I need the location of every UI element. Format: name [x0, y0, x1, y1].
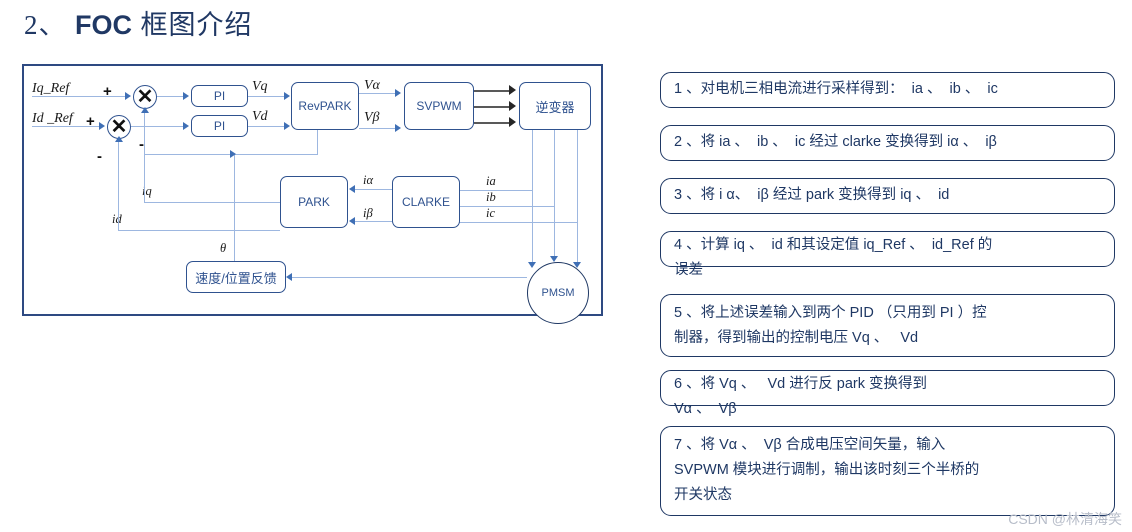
- step-item-2[interactable]: 2 、将 ia 、 ib 、 ic 经过 clarke 变换得到 iα 、 iβ: [660, 125, 1115, 161]
- step-item-6-text: 6 、将 Vq 、 Vd 进行反 park 变换得到 Vα 、 Vβ: [674, 376, 927, 417]
- arrow-summer-d-to-pi: [183, 122, 189, 130]
- line-pwm-b: [474, 106, 512, 108]
- line-ibeta: [354, 221, 392, 223]
- arrow-valpha: [395, 89, 401, 97]
- page-title-number: 2: [24, 10, 39, 40]
- arrow-id-ref: [99, 122, 105, 130]
- step-item-1[interactable]: 1 、对电机三相电流进行采样得到： ia 、 ib 、 ic: [660, 72, 1115, 108]
- block-pi-d-label: PI: [213, 119, 226, 133]
- block-pi-d[interactable]: PI: [191, 115, 248, 137]
- label-vq: Vq: [252, 79, 268, 94]
- line-phase-b-down: [554, 130, 556, 260]
- line-vd: [248, 126, 286, 128]
- line-pmsm-to-feedback: [292, 277, 527, 279]
- line-vq: [248, 96, 286, 98]
- arrow-pmsm-to-feedback: [286, 273, 292, 281]
- label-id: id: [112, 212, 122, 226]
- line-pwm-a: [474, 90, 512, 92]
- line-theta-to-park-left: [144, 154, 234, 156]
- arrow-theta-to-park: [230, 150, 236, 158]
- label-ic: ic: [486, 206, 496, 220]
- label-vbeta: Vβ: [364, 110, 380, 125]
- block-park[interactable]: PARK: [280, 176, 348, 228]
- label-ia: ia: [486, 174, 496, 188]
- step-item-7-text: 7 、将 Vα 、 Vβ 合成电压空间矢量，输入 SVPWM 模块进行调制，输出…: [674, 437, 980, 503]
- arrow-pwm-b: [509, 101, 516, 111]
- line-iq-ref: [32, 96, 127, 98]
- arrow-id-into-summer: [115, 136, 123, 142]
- step-item-4[interactable]: 4 、计算 iq 、 id 和其设定值 iq_Ref 、 id_Ref 的 误差: [660, 231, 1115, 278]
- line-phase-a-down: [532, 130, 534, 266]
- line-valpha: [359, 93, 397, 95]
- block-clarke-label: CLARKE: [401, 195, 451, 209]
- line-theta-to-revpark: [317, 130, 319, 154]
- block-speed-position-feedback[interactable]: 速度/位置反馈: [186, 261, 286, 293]
- line-id-ref: [32, 126, 101, 128]
- block-svpwm-label: SVPWM: [416, 99, 462, 113]
- block-revpark-label: RevPARK: [298, 99, 352, 113]
- label-vd: Vd: [252, 109, 268, 124]
- step-item-3-text: 3 、将 i α、 iβ 经过 park 变换得到 iq 、 id: [674, 187, 950, 203]
- line-theta-h: [234, 154, 318, 156]
- label-iq-ref: Iq_Ref: [32, 81, 70, 96]
- line-vbeta: [359, 128, 397, 130]
- arrow-phase-a: [528, 262, 536, 268]
- block-feedback-label: 速度/位置反馈: [195, 270, 277, 286]
- arrow-pwm-a: [509, 85, 516, 95]
- block-pi-q[interactable]: PI: [191, 85, 248, 107]
- block-inverter[interactable]: 逆变器: [519, 82, 591, 130]
- step-item-7[interactable]: 7 、将 Vα 、 Vβ 合成电压空间矢量，输入 SVPWM 模块进行调制，输出…: [660, 426, 1115, 516]
- page-title-foc: FOC: [75, 10, 133, 40]
- arrow-pwm-c: [509, 117, 516, 127]
- block-clarke[interactable]: CLARKE: [392, 176, 460, 228]
- step-item-2-text: 2 、将 ia 、 ib 、 ic 经过 clarke 变换得到 iα 、 iβ: [674, 134, 997, 150]
- summer-q: ✕: [133, 85, 157, 109]
- line-phase-c-down: [577, 130, 579, 266]
- arrow-ialpha: [349, 185, 355, 193]
- step-item-3[interactable]: 3 、将 i α、 iβ 经过 park 变换得到 iq 、 id: [660, 178, 1115, 214]
- block-inverter-label: 逆变器: [535, 99, 575, 115]
- arrow-iq-into-summer: [141, 107, 149, 113]
- page-title: 2、 FOC 框图介绍: [24, 8, 253, 42]
- line-theta-v: [234, 154, 236, 261]
- line-pwm-c: [474, 122, 512, 124]
- page-title-comma: 、: [38, 10, 67, 40]
- step-item-5-text: 5 、将上述误差输入到两个 PID （只用到 PI ）控 制器，得到输出的控制电…: [674, 305, 987, 346]
- step-item-4-text: 4 、计算 iq 、 id 和其设定值 iq_Ref 、 id_Ref 的 误差: [674, 237, 993, 278]
- block-pmsm[interactable]: PMSM: [527, 262, 589, 324]
- block-pmsm-label: PMSM: [541, 287, 575, 299]
- label-valpha: Vα: [364, 78, 380, 93]
- block-svpwm[interactable]: SVPWM: [404, 82, 474, 130]
- foc-block-diagram: Iq_Ref Id _Ref + + - - ✕ ✕ PI PI Vq Vd R…: [22, 64, 603, 324]
- label-ib: ib: [486, 190, 496, 204]
- arrow-iq-ref: [125, 92, 131, 100]
- line-summer-q-to-pi: [157, 96, 185, 98]
- arrow-vq: [284, 92, 290, 100]
- block-pi-q-label: PI: [213, 89, 226, 103]
- line-iq-v: [144, 113, 146, 203]
- csdn-watermark: CSDN @林清海笑: [1008, 511, 1122, 527]
- label-id-ref: Id _Ref: [32, 111, 73, 126]
- line-iq-h: [144, 202, 280, 204]
- label-ialpha: iα: [363, 173, 374, 187]
- label-theta: θ: [220, 241, 227, 255]
- step-item-6[interactable]: 6 、将 Vq 、 Vd 进行反 park 变换得到 Vα 、 Vβ: [660, 370, 1115, 417]
- sign-minus-d: -: [97, 148, 102, 165]
- page-title-cn: 框图介绍: [140, 10, 253, 40]
- line-id-v: [118, 142, 120, 231]
- block-park-label: PARK: [298, 195, 330, 209]
- multiply-icon: ✕: [136, 86, 154, 108]
- arrow-vd: [284, 122, 290, 130]
- arrow-vbeta: [395, 124, 401, 132]
- line-id-h: [118, 230, 280, 232]
- line-ialpha: [354, 189, 392, 191]
- label-ibeta: iβ: [363, 206, 373, 220]
- arrow-ibeta: [349, 217, 355, 225]
- arrow-summer-q-to-pi: [183, 92, 189, 100]
- line-summer-d-to-pi: [131, 126, 185, 128]
- step-item-5[interactable]: 5 、将上述误差输入到两个 PID （只用到 PI ）控 制器，得到输出的控制电…: [660, 294, 1115, 357]
- step-item-1-text: 1 、对电机三相电流进行采样得到： ia 、 ib 、 ic: [674, 81, 998, 97]
- multiply-icon: ✕: [110, 116, 128, 138]
- block-revpark[interactable]: RevPARK: [291, 82, 359, 130]
